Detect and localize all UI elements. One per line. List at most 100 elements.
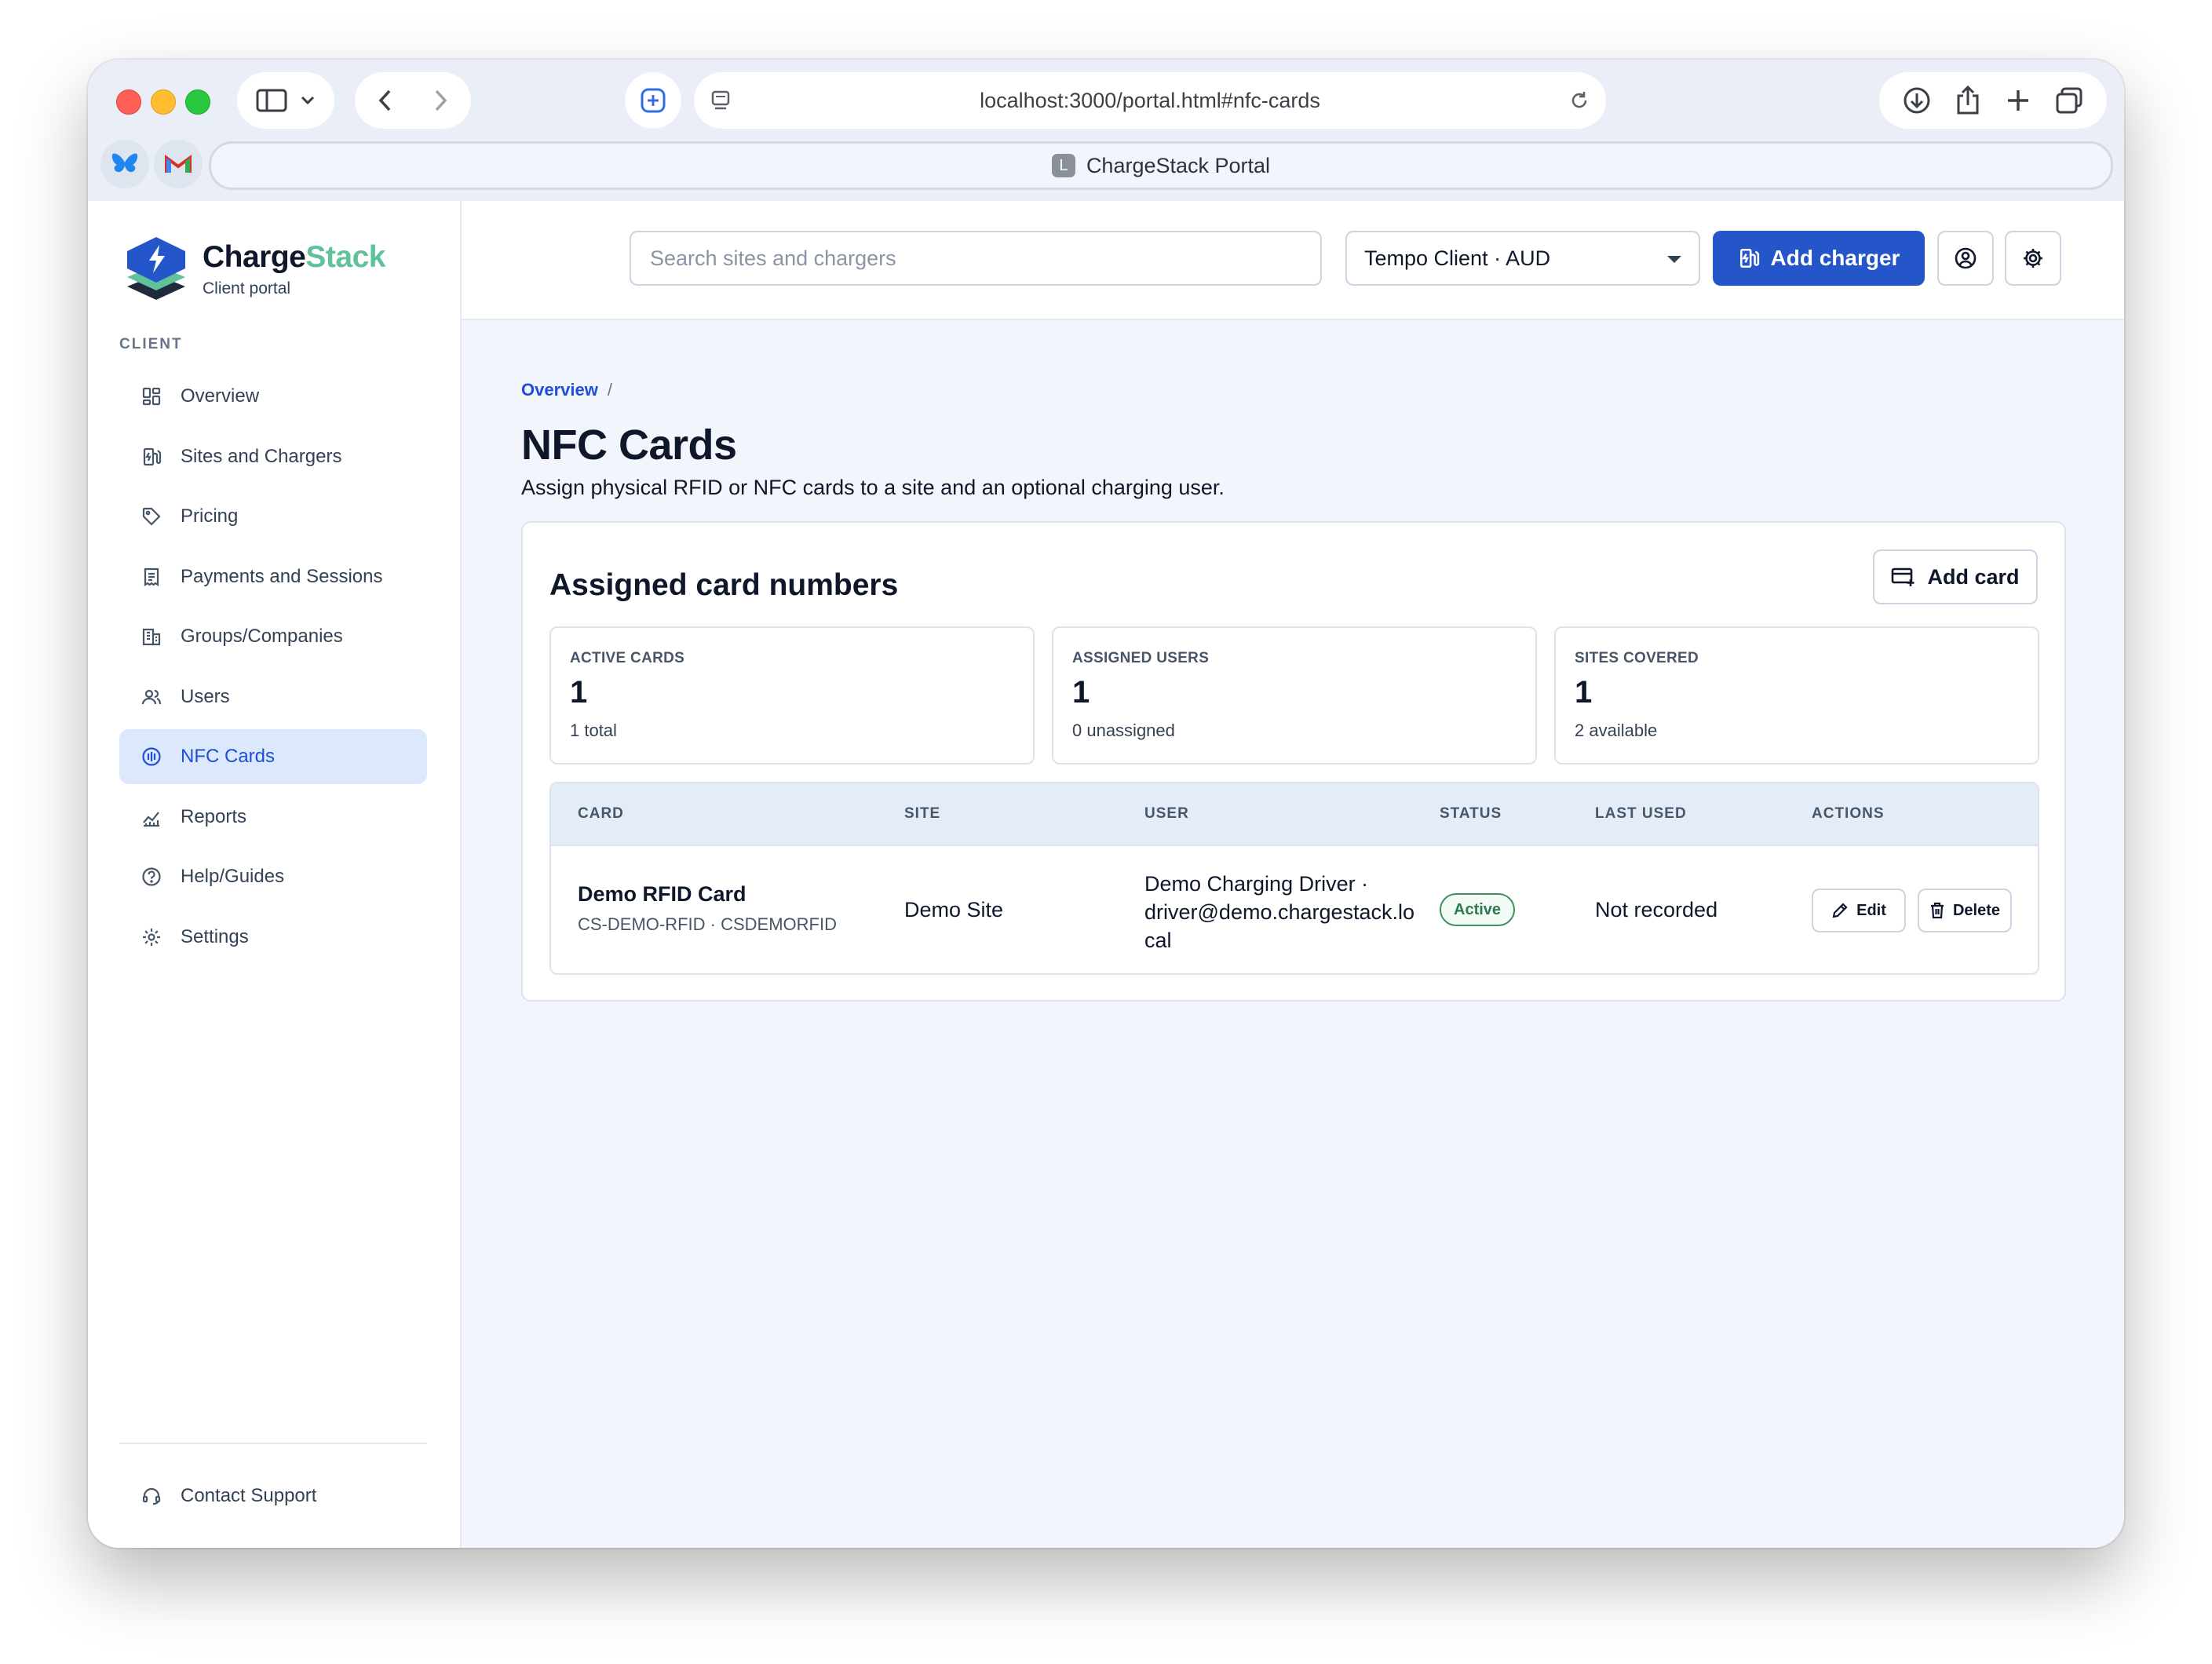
edit-label: Edit <box>1856 901 1886 919</box>
sidebar: ChargeStack Client portal CLIENT Overvie… <box>88 201 462 1548</box>
chart-icon <box>140 805 163 829</box>
column-header-card[interactable]: CARD <box>578 805 624 823</box>
sidebar-icon <box>256 88 287 113</box>
last-used-cell: Not recorded <box>1595 898 1718 921</box>
gmail-bookmark[interactable] <box>154 140 203 188</box>
extension-icon <box>639 86 667 115</box>
status-badge: Active <box>1440 893 1516 926</box>
add-card-button[interactable]: Add card <box>1873 549 2038 604</box>
column-header-user[interactable]: USER <box>1144 805 1189 823</box>
users-icon <box>140 685 163 709</box>
column-header-site[interactable]: SITE <box>904 805 940 823</box>
nav-section-heading: CLIENT <box>119 336 183 352</box>
card-code: CS-DEMO-RFID · CSDEMORFID <box>578 914 837 934</box>
user-cell: Demo Charging Driver · driver@demo.charg… <box>1144 870 1414 954</box>
contact-support-link[interactable]: Contact Support <box>119 1474 447 1518</box>
column-header-last-used[interactable]: LAST USED <box>1595 805 1687 823</box>
user-email-line: driver@demo.chargestack.lo <box>1144 900 1415 924</box>
stat-sites-covered: SITES COVERED 1 2 available <box>1554 626 2039 764</box>
sidebar-item-label: Payments and Sessions <box>181 565 383 587</box>
gear-icon <box>140 925 163 949</box>
sidebar-item-pricing[interactable]: Pricing <box>119 489 427 544</box>
top-bar: Tempo Client · AUD Add charger <box>462 201 2124 320</box>
sidebar-divider <box>119 1443 427 1444</box>
new-tab-icon[interactable] <box>2005 87 2031 114</box>
breadcrumb-separator: / <box>607 380 612 400</box>
forward-arrow-icon[interactable] <box>432 89 449 112</box>
table-row: Demo RFID Card CS-DEMO-RFID · CSDEMORFID… <box>551 846 2038 973</box>
butterfly-icon <box>111 151 139 177</box>
sidebar-item-payments-and-sessions[interactable]: Payments and Sessions <box>119 549 427 604</box>
stat-assigned-users: ASSIGNED USERS 1 0 unassigned <box>1052 626 1537 764</box>
client-select[interactable]: Tempo Client · AUD <box>1345 231 1700 286</box>
headset-icon <box>140 1484 163 1508</box>
pencil-icon <box>1831 902 1849 919</box>
sidebar-item-sites-and-chargers[interactable]: Sites and Chargers <box>119 429 427 484</box>
download-icon[interactable] <box>1902 86 1932 115</box>
add-charger-button[interactable]: Add charger <box>1713 231 1925 286</box>
back-arrow-icon[interactable] <box>377 89 394 112</box>
gmail-icon <box>165 154 192 174</box>
breadcrumb: Overview / <box>521 380 612 400</box>
reload-icon[interactable] <box>1568 89 1590 111</box>
sidebar-item-settings[interactable]: Settings <box>119 910 427 965</box>
tab-favicon: L <box>1051 154 1075 177</box>
zoom-window-button[interactable] <box>185 89 210 115</box>
user-circle-icon <box>1954 246 1977 270</box>
sidebar-item-reports[interactable]: Reports <box>119 790 427 845</box>
page-subtitle: Assign physical RFID or NFC cards to a s… <box>521 476 1225 499</box>
bluesky-bookmark[interactable] <box>100 140 149 188</box>
caret-down-icon <box>1667 256 1681 263</box>
edit-button[interactable]: Edit <box>1812 889 1906 932</box>
sidebar-item-label: Overview <box>181 385 260 407</box>
delete-label: Delete <box>1952 901 2001 919</box>
help-icon <box>140 865 163 889</box>
card-name: Demo RFID Card <box>578 882 746 906</box>
sidebar-item-label: Users <box>181 685 230 707</box>
page-title: NFC Cards <box>521 421 737 469</box>
nfc-icon <box>140 745 163 768</box>
extension-button[interactable] <box>625 72 681 129</box>
browser-tab[interactable]: L ChargeStack Portal <box>209 141 2113 190</box>
sidebar-item-users[interactable]: Users <box>119 670 427 724</box>
sidebar-toggle-button[interactable] <box>237 72 334 129</box>
minimize-window-button[interactable] <box>151 89 176 115</box>
grid-icon <box>140 385 163 408</box>
sidebar-item-label: NFC Cards <box>181 746 276 767</box>
stat-note: 2 available <box>1575 721 1658 740</box>
sidebar-item-overview[interactable]: Overview <box>119 369 427 424</box>
breadcrumb-overview-link[interactable]: Overview <box>521 380 598 400</box>
settings-button[interactable] <box>2005 231 2061 286</box>
credit-card-add-icon <box>1891 566 1916 588</box>
toolbar-buttons <box>1879 72 2107 129</box>
sidebar-item-label: Pricing <box>181 505 239 527</box>
brand-subtitle: Client portal <box>203 279 291 297</box>
share-icon[interactable] <box>1955 85 1981 116</box>
stat-label: ACTIVE CARDS <box>570 650 685 666</box>
address-bar[interactable]: localhost:3000/portal.html#nfc-cards <box>694 72 1606 129</box>
tab-title: ChargeStack Portal <box>1086 153 1271 177</box>
gear-icon <box>2021 246 2045 270</box>
account-button[interactable] <box>1937 231 1994 286</box>
sidebar-item-help-guides[interactable]: Help/Guides <box>119 849 427 904</box>
brand[interactable]: ChargeStack Client portal <box>124 234 385 305</box>
sidebar-item-groups-companies[interactable]: Groups/Companies <box>119 609 427 664</box>
stat-value: 1 <box>1575 675 1593 710</box>
user-email-line-wrap: cal <box>1144 929 1172 952</box>
stat-note: 1 total <box>570 721 617 740</box>
client-select-value: Tempo Client · AUD <box>1364 246 1551 270</box>
building-icon <box>140 625 163 648</box>
search-input[interactable] <box>630 231 1322 286</box>
column-header-actions[interactable]: ACTIONS <box>1812 805 1885 823</box>
close-window-button[interactable] <box>116 89 141 115</box>
table-header: CARD SITE USER STATUS LAST USED ACTIONS <box>551 783 2038 846</box>
stat-active-cards: ACTIVE CARDS 1 1 total <box>549 626 1035 764</box>
stat-label: ASSIGNED USERS <box>1072 650 1210 666</box>
column-header-status[interactable]: STATUS <box>1440 805 1502 823</box>
delete-button[interactable]: Delete <box>1918 889 2012 932</box>
cards-table: CARD SITE USER STATUS LAST USED ACTIONS … <box>549 782 2039 975</box>
sidebar-item-label: Reports <box>181 805 247 827</box>
sidebar-item-nfc-cards[interactable]: NFC Cards <box>119 729 427 784</box>
panel-title: Assigned card numbers <box>549 568 899 602</box>
tab-overview-icon[interactable] <box>2054 86 2084 115</box>
